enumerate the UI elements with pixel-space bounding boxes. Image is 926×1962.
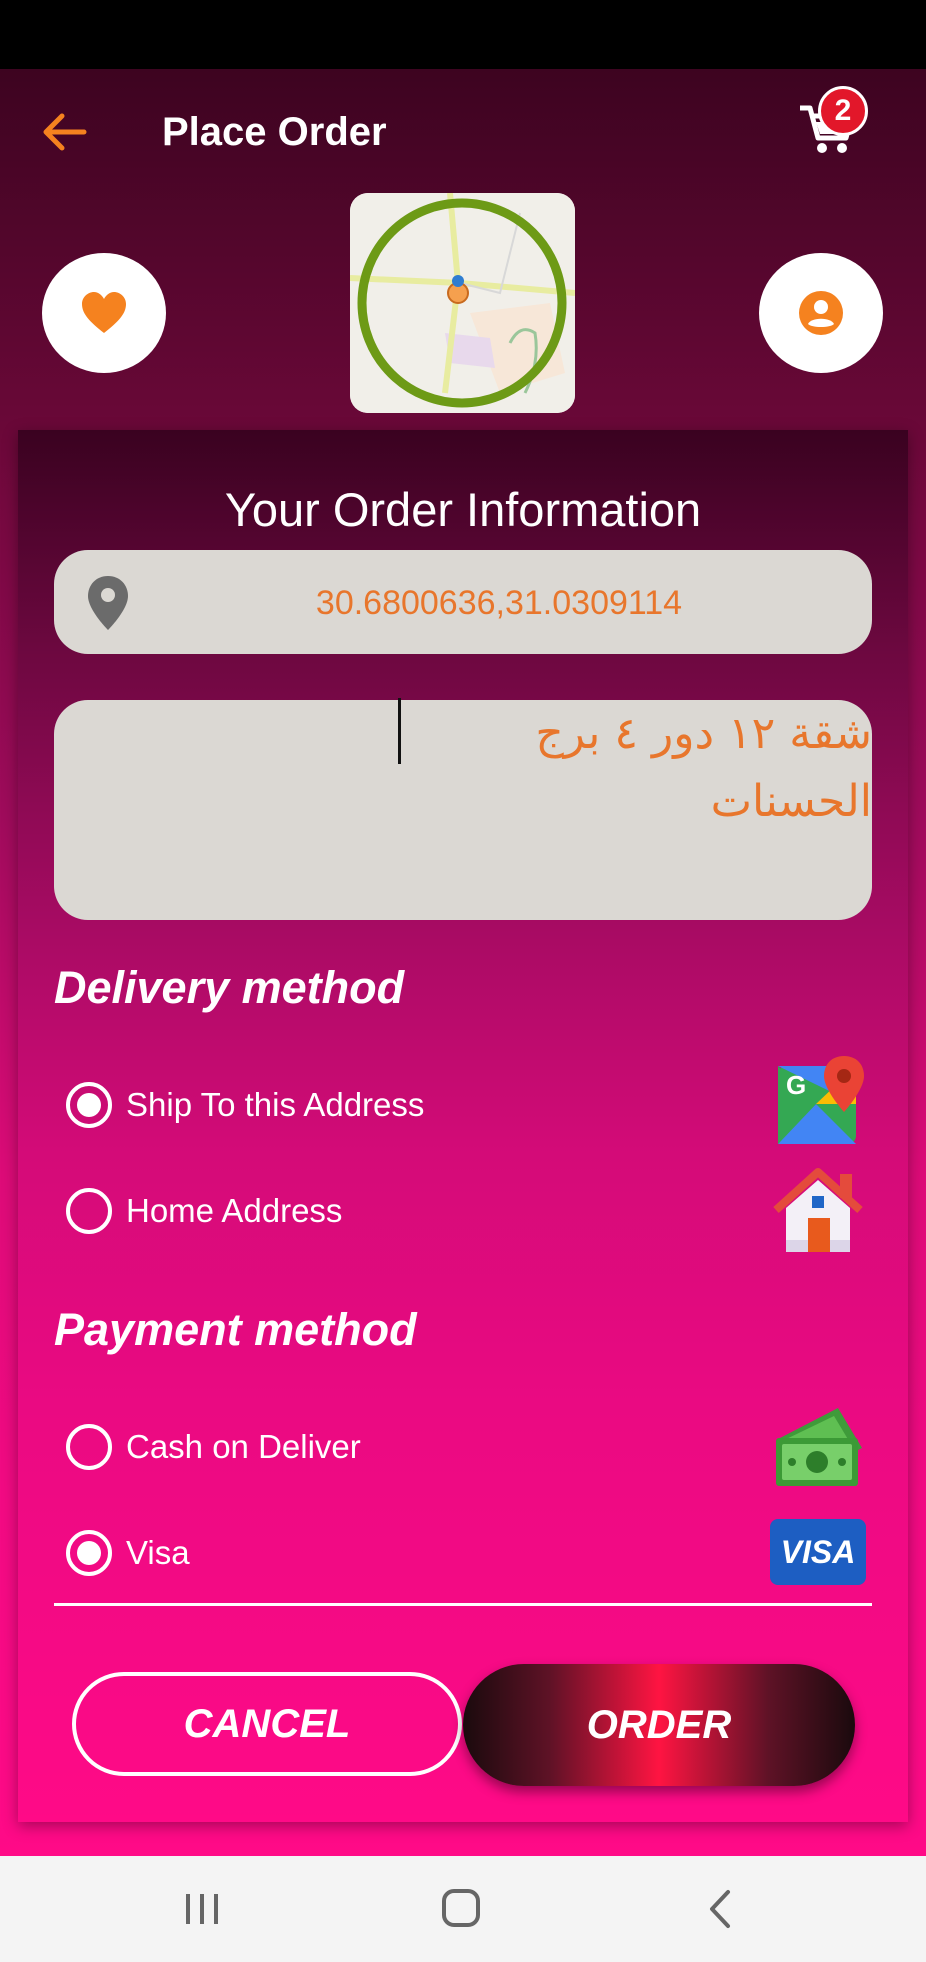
divider: [54, 1603, 872, 1606]
ship-to-address-label[interactable]: Ship To this Address: [126, 1082, 424, 1128]
radio-cash-on-delivery[interactable]: [66, 1424, 112, 1470]
radio-home-address[interactable]: [66, 1188, 112, 1234]
account-icon: [799, 291, 843, 335]
heart-icon: [82, 292, 126, 333]
home-address-label[interactable]: Home Address: [126, 1188, 342, 1234]
map-preview[interactable]: [350, 193, 575, 413]
radio-visa[interactable]: [66, 1530, 112, 1576]
cash-icon: [776, 1408, 862, 1486]
app-bar: [0, 69, 926, 194]
coordinates-value: 30.6800636,31.0309114: [315, 584, 683, 622]
favorites-button[interactable]: [42, 253, 166, 373]
map-thumbnail: [350, 193, 575, 413]
address-value: شقة ١٢ دور ٤ برج الحسنات: [535, 708, 872, 827]
back-arrow-icon[interactable]: [38, 106, 90, 158]
recent-apps-icon[interactable]: [174, 1882, 230, 1936]
status-bar: [0, 0, 926, 69]
payment-method-title: Payment method: [54, 1304, 417, 1355]
visa-icon: VISA: [770, 1519, 866, 1585]
back-icon[interactable]: [694, 1882, 750, 1936]
svg-text:G: G: [786, 1070, 806, 1100]
cart-count-badge: 2: [818, 86, 868, 136]
order-info-heading: Your Order Information: [224, 483, 702, 536]
delivery-method-title: Delivery method: [54, 962, 405, 1013]
location-pin-icon: [88, 576, 128, 630]
cash-on-delivery-label[interactable]: Cash on Deliver: [126, 1424, 361, 1470]
house-icon: [773, 1168, 863, 1252]
google-maps-icon: G: [778, 1056, 864, 1144]
cancel-button[interactable]: CANCEL: [72, 1672, 462, 1776]
order-button[interactable]: ORDER: [463, 1664, 855, 1786]
text-cursor: [398, 698, 401, 764]
page-title: Place Order: [162, 110, 387, 154]
visa-label[interactable]: Visa: [126, 1530, 190, 1576]
radio-ship-to-address[interactable]: [66, 1082, 112, 1128]
home-icon[interactable]: [434, 1882, 490, 1936]
profile-button[interactable]: [759, 253, 883, 373]
